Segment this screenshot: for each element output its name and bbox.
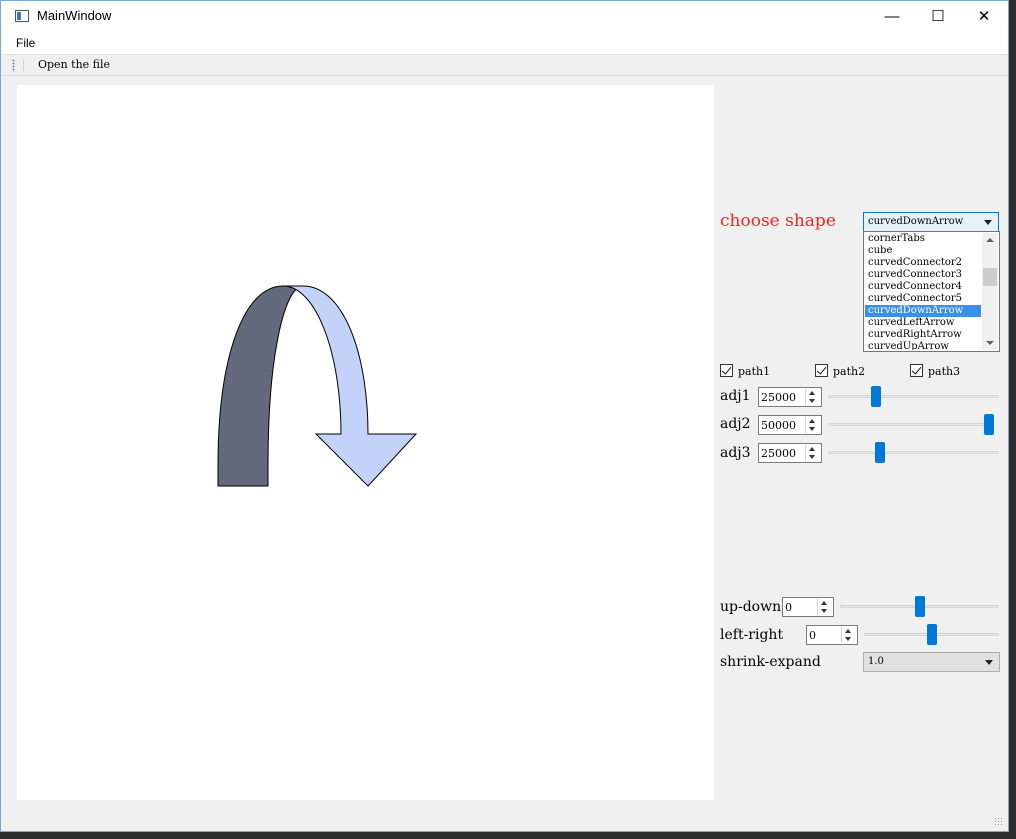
app-icon bbox=[15, 10, 29, 22]
spin-up-icon[interactable] bbox=[845, 629, 851, 633]
minimize-button[interactable]: — bbox=[869, 1, 915, 32]
left-right-spin-buttons[interactable] bbox=[841, 627, 856, 643]
adj1-spinbox[interactable]: 25000 bbox=[758, 387, 822, 407]
path2-label: path2 bbox=[833, 365, 866, 378]
arrow-front-segment bbox=[282, 285, 418, 487]
maximize-button[interactable]: ☐ bbox=[915, 1, 961, 32]
path3-checkbox[interactable] bbox=[910, 364, 923, 377]
open-file-button[interactable]: Open the file bbox=[38, 58, 110, 71]
shape-combobox[interactable]: curvedDownArrow bbox=[863, 212, 999, 232]
toolbar-grip-icon[interactable] bbox=[12, 59, 15, 72]
adj1-slider-handle[interactable] bbox=[871, 386, 882, 407]
up-down-label: up-down bbox=[720, 599, 782, 615]
adj1-label: adj1 bbox=[720, 388, 751, 404]
window-title: MainWindow bbox=[37, 8, 112, 23]
chevron-down-icon bbox=[984, 220, 992, 225]
resize-grip-icon[interactable] bbox=[994, 817, 1004, 827]
path1-checkbox[interactable] bbox=[720, 364, 733, 377]
left-right-spinbox[interactable]: 0 bbox=[806, 625, 858, 645]
toolbar-separator bbox=[23, 59, 24, 72]
adj2-slider-handle[interactable] bbox=[984, 414, 994, 435]
list-item[interactable]: curvedRightArrow bbox=[865, 329, 981, 341]
menu-bar: File bbox=[1, 32, 1008, 54]
close-button[interactable]: ✕ bbox=[961, 1, 1007, 32]
shrink-expand-combobox[interactable]: 1.0 bbox=[863, 652, 1000, 672]
adj1-spin-buttons[interactable] bbox=[805, 389, 820, 405]
spin-down-icon[interactable] bbox=[809, 399, 815, 403]
adj3-value: 25000 bbox=[761, 447, 796, 460]
adj3-spin-buttons[interactable] bbox=[805, 445, 820, 461]
list-item[interactable]: cube bbox=[865, 245, 981, 257]
adj1-slider[interactable] bbox=[828, 386, 999, 407]
up-down-spinbox[interactable]: 0 bbox=[782, 597, 834, 617]
spin-up-icon[interactable] bbox=[809, 391, 815, 395]
list-item[interactable]: curvedConnector2 bbox=[865, 257, 981, 269]
adj2-value: 50000 bbox=[761, 419, 796, 432]
list-item-selected[interactable]: curvedDownArrow bbox=[865, 305, 981, 317]
left-right-slider[interactable] bbox=[864, 624, 999, 645]
shape-combobox-value: curvedDownArrow bbox=[868, 216, 964, 227]
adj3-slider-handle[interactable] bbox=[874, 442, 885, 463]
up-down-spin-buttons[interactable] bbox=[817, 599, 832, 615]
scroll-thumb[interactable] bbox=[983, 268, 997, 286]
list-item[interactable]: cornerTabs bbox=[865, 233, 981, 245]
shape-preview bbox=[217, 285, 418, 487]
adj2-spin-buttons[interactable] bbox=[805, 417, 820, 433]
up-down-slider-handle[interactable] bbox=[914, 596, 925, 617]
title-bar[interactable]: MainWindow — ☐ ✕ bbox=[1, 1, 1008, 32]
main-window: MainWindow — ☐ ✕ File Open the file choo… bbox=[0, 0, 1009, 832]
adj2-slider[interactable] bbox=[828, 414, 994, 435]
adj3-spinbox[interactable]: 25000 bbox=[758, 443, 822, 463]
shape-dropdown-list[interactable]: cornerTabs cube curvedConnector2 curvedC… bbox=[863, 231, 1000, 352]
list-item[interactable]: curvedConnector5 bbox=[865, 293, 981, 305]
path2-checkbox[interactable] bbox=[815, 364, 828, 377]
toolbar: Open the file bbox=[1, 54, 1008, 76]
spin-up-icon[interactable] bbox=[809, 447, 815, 451]
spin-down-icon[interactable] bbox=[809, 427, 815, 431]
adj2-label: adj2 bbox=[720, 416, 751, 432]
shrink-expand-label: shrink-expand bbox=[720, 654, 821, 670]
adj3-label: adj3 bbox=[720, 445, 751, 461]
up-down-value: 0 bbox=[785, 601, 792, 614]
adj3-slider[interactable] bbox=[828, 442, 999, 463]
list-item[interactable]: curvedLeftArrow bbox=[865, 317, 981, 329]
path1-label: path1 bbox=[738, 365, 771, 378]
list-item[interactable]: curvedConnector4 bbox=[865, 281, 981, 293]
adj2-slider-groove bbox=[828, 423, 994, 426]
menu-file[interactable]: File bbox=[16, 36, 35, 50]
choose-shape-label: choose shape bbox=[720, 211, 836, 231]
scroll-down-icon[interactable] bbox=[986, 341, 994, 345]
left-right-label: left-right bbox=[720, 627, 784, 643]
shape-canvas bbox=[17, 85, 714, 800]
shrink-expand-value: 1.0 bbox=[868, 656, 884, 667]
arrow-back-segment bbox=[217, 285, 304, 487]
scroll-up-icon[interactable] bbox=[986, 238, 994, 242]
spin-up-icon[interactable] bbox=[821, 601, 827, 605]
adj1-slider-groove bbox=[828, 395, 999, 398]
adj1-value: 25000 bbox=[761, 391, 796, 404]
dropdown-scrollbar[interactable] bbox=[982, 233, 998, 350]
list-item[interactable]: curvedUpArrow bbox=[865, 341, 981, 350]
path3-label: path3 bbox=[928, 365, 961, 378]
adj2-spinbox[interactable]: 50000 bbox=[758, 415, 822, 435]
adj3-slider-groove bbox=[828, 451, 999, 454]
spin-down-icon[interactable] bbox=[845, 637, 851, 641]
spin-up-icon[interactable] bbox=[809, 419, 815, 423]
spin-down-icon[interactable] bbox=[821, 609, 827, 613]
left-right-slider-handle[interactable] bbox=[926, 624, 937, 645]
spin-down-icon[interactable] bbox=[809, 455, 815, 459]
up-down-slider[interactable] bbox=[840, 596, 999, 617]
left-right-value: 0 bbox=[809, 629, 816, 642]
chevron-down-icon bbox=[985, 660, 993, 665]
list-item[interactable]: curvedConnector3 bbox=[865, 269, 981, 281]
